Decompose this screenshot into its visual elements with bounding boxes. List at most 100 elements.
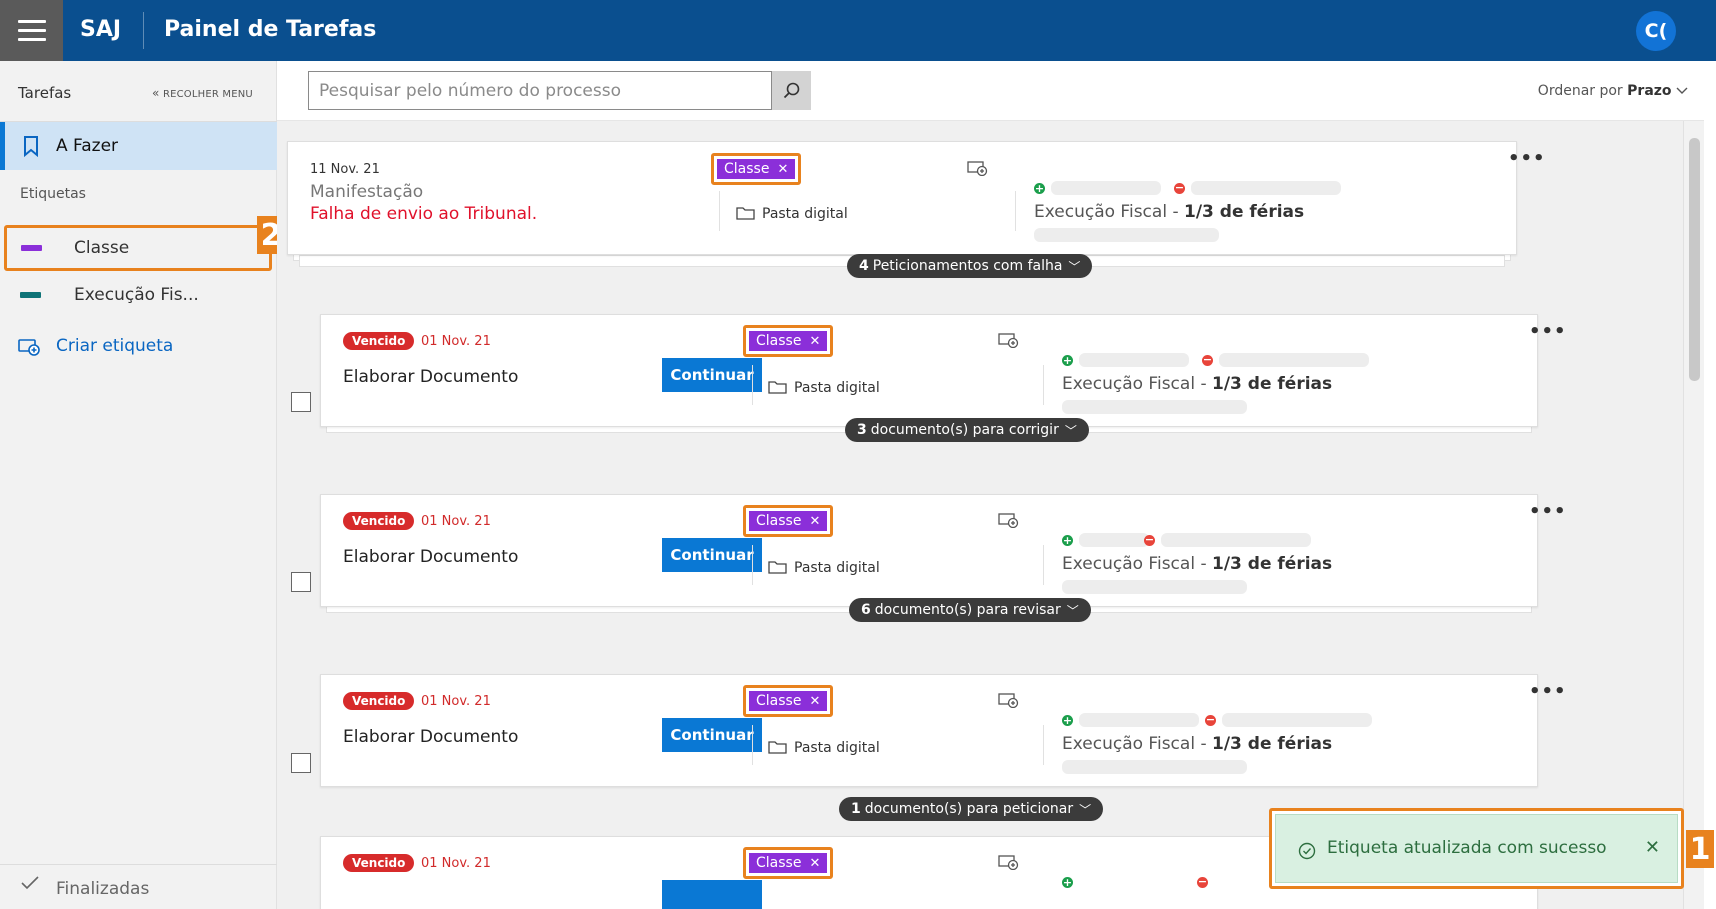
continue-button[interactable]: Continuar bbox=[662, 538, 762, 572]
chevron-down-icon bbox=[1676, 83, 1688, 99]
process-class: Execução Fiscal - 1/3 de férias bbox=[1062, 554, 1333, 574]
chevron-down-icon: ﹀ bbox=[1064, 423, 1077, 438]
search-button[interactable] bbox=[772, 71, 811, 110]
plus-icon: + bbox=[1062, 714, 1073, 727]
tag-chip: Classe ✕ bbox=[743, 685, 834, 717]
tag-color-swatch bbox=[20, 292, 41, 298]
expand-details-pill[interactable]: 3 documento(s) para corrigir ﹀ bbox=[845, 418, 1089, 442]
continue-button[interactable] bbox=[662, 880, 762, 909]
digital-folder-link[interactable]: Pasta digital bbox=[768, 379, 880, 399]
process-class: Execução Fiscal - 1/3 de férias bbox=[1062, 734, 1333, 754]
header-divider bbox=[143, 12, 144, 49]
brand-logo[interactable]: SAJ bbox=[80, 17, 121, 42]
remove-tag-button[interactable]: ✕ bbox=[777, 162, 788, 177]
continue-button[interactable]: Continuar bbox=[662, 718, 762, 752]
sidebar-tag-classe[interactable]: Classe bbox=[4, 225, 272, 271]
tag-chip: Classe ✕ bbox=[711, 153, 802, 185]
more-options-button[interactable]: ••• bbox=[1529, 321, 1567, 342]
task-card[interactable]: Vencido 01 Nov. 21 Elaborar Documento Co… bbox=[320, 494, 1566, 607]
plus-icon: + bbox=[1034, 182, 1045, 195]
more-options-button[interactable]: ••• bbox=[1529, 501, 1567, 522]
toast-message: Etiqueta atualizada com sucesso bbox=[1327, 838, 1607, 858]
menu-button[interactable] bbox=[0, 0, 63, 61]
sidebar-tasks-heading: Tarefas bbox=[18, 84, 72, 102]
search-box[interactable] bbox=[308, 71, 772, 110]
remove-tag-button[interactable]: ✕ bbox=[809, 514, 820, 529]
bookmark-icon bbox=[22, 135, 40, 161]
add-tag-icon bbox=[967, 161, 988, 177]
scrollbar-thumb[interactable] bbox=[1689, 138, 1700, 381]
continue-button[interactable]: Continuar bbox=[662, 358, 762, 392]
sidebar-item-todo[interactable]: A Fazer bbox=[0, 122, 277, 170]
checkmark-icon bbox=[20, 876, 40, 896]
folder-icon bbox=[768, 561, 787, 574]
app-header: SAJ Painel de Tarefas C( bbox=[0, 0, 1716, 61]
close-toast-button[interactable]: ✕ bbox=[1645, 837, 1660, 858]
add-tag-button[interactable] bbox=[998, 512, 1020, 532]
digital-folder-link[interactable]: Pasta digital bbox=[768, 739, 880, 759]
add-tag-icon bbox=[998, 693, 1019, 709]
expand-details-pill[interactable]: 4 Peticionamentos com falha ﹀ bbox=[847, 254, 1093, 278]
chevron-down-icon: ﹀ bbox=[1068, 259, 1081, 274]
remove-tag-button[interactable]: ✕ bbox=[809, 694, 820, 709]
task-card[interactable]: Vencido 01 Nov. 21 Elaborar Documento Co… bbox=[320, 314, 1566, 427]
search-input[interactable] bbox=[309, 72, 771, 109]
minus-icon: − bbox=[1202, 353, 1213, 366]
tag-chip: Classe ✕ bbox=[743, 847, 834, 879]
tag-chip: Classe ✕ bbox=[743, 325, 834, 357]
search-icon bbox=[783, 82, 799, 98]
toolbar: Ordenar por Prazo bbox=[277, 61, 1716, 121]
overdue-badge: Vencido bbox=[343, 332, 415, 350]
digital-folder-link[interactable]: Pasta digital bbox=[736, 205, 848, 225]
sidebar-tag-execucao[interactable]: Execução Fis... bbox=[0, 272, 277, 318]
task-checkbox[interactable] bbox=[291, 572, 311, 592]
task-list: 11 Nov. 21 Manifestação Falha de envio a… bbox=[277, 121, 1683, 909]
overdue-badge: Vencido bbox=[343, 854, 415, 872]
error-message: Falha de envio ao Tribunal. bbox=[310, 204, 538, 224]
sidebar-item-finished[interactable]: Finalizadas bbox=[20, 875, 149, 899]
remove-tag-button[interactable]: ✕ bbox=[809, 856, 820, 871]
process-class: Execução Fiscal - 1/3 de férias bbox=[1034, 202, 1305, 222]
minus-icon: − bbox=[1174, 181, 1185, 194]
sidebar-tags-heading: Etiquetas bbox=[20, 186, 86, 202]
folder-icon bbox=[768, 741, 787, 754]
user-avatar[interactable]: C( bbox=[1636, 11, 1676, 51]
chevron-down-icon: ﹀ bbox=[1066, 603, 1079, 618]
task-card[interactable]: Vencido 01 Nov. 21 Elaborar Documento Co… bbox=[320, 674, 1566, 787]
collapse-menu-button[interactable]: « RECOLHER MENU bbox=[152, 86, 253, 100]
vertical-scrollbar[interactable] bbox=[1683, 121, 1704, 909]
more-options-button[interactable]: ••• bbox=[1529, 681, 1567, 702]
overdue-badge: Vencido bbox=[343, 512, 415, 530]
expand-details-pill[interactable]: 6 documento(s) para revisar ﹀ bbox=[849, 598, 1091, 622]
minus-icon: − bbox=[1205, 713, 1216, 726]
folder-icon bbox=[768, 381, 787, 394]
plus-icon: + bbox=[1062, 534, 1073, 547]
tag-chip: Classe ✕ bbox=[743, 505, 834, 537]
task-checkbox[interactable] bbox=[291, 753, 311, 773]
add-tag-button[interactable] bbox=[998, 332, 1020, 352]
folder-icon bbox=[736, 207, 755, 220]
remove-tag-button[interactable]: ✕ bbox=[809, 334, 820, 349]
task-card[interactable]: 11 Nov. 21 Manifestação Falha de envio a… bbox=[287, 141, 1545, 255]
toast-highlight: Etiqueta atualizada com sucesso ✕ bbox=[1269, 808, 1684, 889]
process-class: Execução Fiscal - 1/3 de férias bbox=[1062, 374, 1333, 394]
expand-details-pill[interactable]: 1 documento(s) para peticionar ﹀ bbox=[839, 797, 1104, 821]
plus-icon: + bbox=[1062, 876, 1073, 889]
add-tag-icon bbox=[18, 338, 40, 361]
overdue-badge: Vencido bbox=[343, 692, 415, 710]
sidebar: Tarefas « RECOLHER MENU A Fazer Etiqueta… bbox=[0, 61, 277, 909]
page-title: Painel de Tarefas bbox=[164, 17, 377, 42]
add-tag-button[interactable] bbox=[998, 692, 1020, 712]
task-checkbox[interactable] bbox=[291, 392, 311, 412]
annotation-badge-1: 1 bbox=[1686, 830, 1714, 868]
more-options-button[interactable]: ••• bbox=[1508, 148, 1546, 169]
sort-dropdown[interactable]: Ordenar por Prazo bbox=[1538, 83, 1688, 99]
add-tag-button[interactable] bbox=[967, 160, 989, 180]
add-tag-button[interactable] bbox=[998, 854, 1020, 874]
double-chevron-left-icon: « bbox=[152, 86, 160, 100]
chevron-down-icon: ﹀ bbox=[1079, 802, 1092, 817]
success-toast: Etiqueta atualizada com sucesso ✕ bbox=[1275, 814, 1678, 883]
add-tag-icon bbox=[998, 855, 1019, 871]
plus-icon: + bbox=[1062, 354, 1073, 367]
digital-folder-link[interactable]: Pasta digital bbox=[768, 559, 880, 579]
